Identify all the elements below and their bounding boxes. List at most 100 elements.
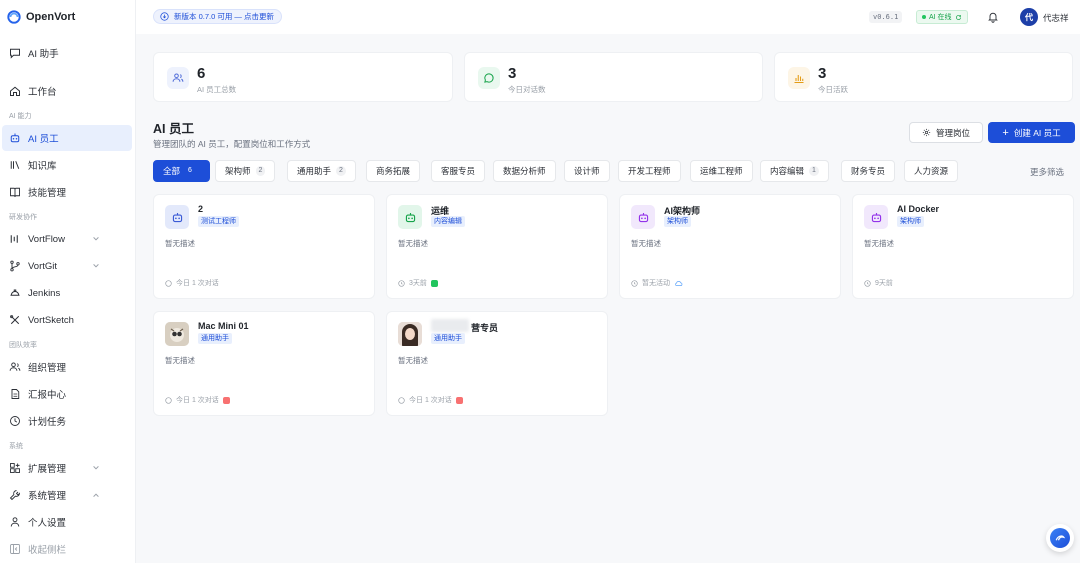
app-name: OpenVort: [26, 11, 76, 23]
filter-tab-data-analyst[interactable]: 数据分析师: [493, 160, 556, 182]
create-ai-employee-button[interactable]: + 创建 AI 员工: [988, 122, 1075, 143]
filter-count: 2: [336, 166, 346, 176]
grid-plus-icon: [10, 463, 20, 473]
filter-tab-finance[interactable]: 财务专员: [841, 160, 896, 182]
sidebar-item-label: 技能管理: [28, 188, 67, 199]
status-dot-icon: [922, 15, 926, 19]
stat-icon-wrap: [167, 67, 189, 89]
employee-card[interactable]: 运维 内容编辑 暂无描述 3天前: [386, 194, 608, 299]
filter-label: 人力资源: [914, 166, 949, 176]
filter-tab-all[interactable]: 全部 6: [153, 160, 210, 182]
update-text: 新版本 0.7.0 可用 — 点击更新: [174, 12, 275, 21]
report-icon: [11, 389, 20, 399]
filter-tab-designer[interactable]: 设计师: [564, 160, 610, 182]
employee-card[interactable]: 2 测试工程师 暂无描述 今日 1 次对话: [153, 194, 375, 299]
cloud-icon: [675, 280, 683, 286]
update-banner[interactable]: 新版本 0.7.0 可用 — 点击更新: [153, 9, 283, 24]
sidebar-item-ai-employee[interactable]: AI 员工: [2, 125, 132, 151]
filter-tab-developer[interactable]: 开发工程师: [618, 160, 681, 182]
avatar: [398, 205, 422, 229]
clock-icon: [398, 279, 405, 287]
sidebar-item-label: 知识库: [28, 161, 57, 172]
employee-description: 暂无描述: [398, 239, 428, 248]
ai-status-badge[interactable]: AI 在线: [916, 10, 968, 24]
filter-tab-architect[interactable]: 架构师 2: [215, 160, 276, 182]
employee-role-tag: 内容编辑: [431, 216, 465, 227]
robot-icon: [871, 212, 881, 222]
user-avatar[interactable]: 代: [1020, 8, 1038, 26]
flow-icon: [10, 235, 18, 243]
sidebar-item-schedule[interactable]: 计划任务: [2, 408, 132, 434]
filter-label: 架构师: [225, 166, 251, 176]
filter-tab-bizdev[interactable]: 商务拓展: [366, 160, 421, 182]
sidebar-item-skills[interactable]: 技能管理: [2, 179, 132, 205]
person-avatar-icon: [398, 322, 422, 346]
employee-activity: 暂无活动: [631, 278, 683, 288]
filter-tab-general-assistant[interactable]: 通用助手 2: [287, 160, 356, 182]
book-icon: [10, 187, 20, 198]
filter-label: 设计师: [574, 166, 600, 176]
employee-card[interactable]: Mac Mini 01 通用助手 暂无描述 今日 1 次对话: [153, 311, 375, 416]
sidebar-item-ai-assistant[interactable]: AI 助手: [2, 40, 132, 66]
employee-role-tag: 架构师: [897, 216, 924, 227]
sidebar-item-knowledge[interactable]: 知识库: [2, 152, 132, 178]
download-circle-icon: [160, 12, 169, 21]
employee-activity: 今日 1 次对话: [398, 395, 463, 405]
filter-tab-support[interactable]: 客服专员: [431, 160, 486, 182]
filter-tab-editor[interactable]: 内容编辑 1: [760, 160, 829, 182]
sidebar-item-vortflow[interactable]: VortFlow: [2, 226, 132, 252]
stat-card-total: 6 AI 员工总数: [153, 52, 453, 102]
employee-card[interactable]: AI Docker 架构师 暂无描述 9天前: [852, 194, 1074, 299]
employee-description: 暂无描述: [631, 239, 661, 248]
avatar: [864, 205, 888, 229]
employee-name: Mac Mini 01: [198, 321, 249, 331]
sidebar-item-org[interactable]: 组织管理: [2, 354, 132, 380]
page-subtitle: 管理团队的 AI 员工，配置岗位和工作方式: [153, 139, 311, 149]
stat-icon-wrap: [478, 67, 500, 89]
assistant-logo-icon: [1050, 528, 1070, 548]
sidebar-collapse-button[interactable]: 收起侧栏: [2, 536, 132, 562]
sidebar-item-label: AI 助手: [28, 49, 59, 60]
sidebar-item-label: VortGit: [28, 260, 58, 272]
create-ai-employee-label: 创建 AI 员工: [1013, 127, 1061, 138]
sidebar-item-label: AI 员工: [28, 134, 59, 145]
channel-badge-icon: [455, 396, 463, 404]
sidebar-item-profile[interactable]: 个人设置: [2, 509, 132, 535]
stat-label: 今日对话数: [508, 85, 546, 94]
sidebar-item-vortsketch[interactable]: VortSketch: [2, 307, 132, 333]
bell-icon[interactable]: [987, 11, 999, 23]
sidebar-item-ext[interactable]: 扩展管理: [2, 455, 132, 481]
filter-count: 2: [255, 166, 266, 176]
sidebar-item-label: 汇报中心: [28, 390, 67, 401]
chevron-down-icon: [93, 466, 99, 470]
wrench-icon: [9, 490, 21, 501]
sidebar-item-label: 系统管理: [28, 491, 67, 502]
employee-name: 营专员: [471, 323, 499, 333]
filter-tab-ops[interactable]: 运维工程师: [690, 160, 753, 182]
manage-positions-button[interactable]: 管理岗位: [909, 122, 983, 143]
employee-description: 暂无描述: [864, 239, 894, 248]
chat-icon: [165, 396, 172, 404]
sidebar-item-label: 收起侧栏: [28, 545, 67, 556]
filter-tab-hr[interactable]: 人力资源: [904, 160, 959, 182]
sidebar-item-workbench[interactable]: 工作台: [2, 78, 132, 104]
activity-text: 3天前: [409, 280, 427, 287]
employee-activity: 今日 1 次对话: [165, 395, 230, 405]
sidebar-item-vortgit[interactable]: VortGit: [2, 253, 132, 279]
more-filter-button[interactable]: 更多筛选: [1030, 166, 1064, 178]
sidebar-item-sysmgmt[interactable]: 系统管理: [2, 482, 132, 508]
stat-icon-wrap: [788, 67, 810, 89]
channel-badge-icon: [430, 279, 438, 287]
user-name[interactable]: 代志祥: [1043, 12, 1069, 24]
activity-text: 9天前: [875, 280, 893, 287]
sidebar-item-report[interactable]: 汇报中心: [2, 381, 132, 407]
brand[interactable]: OpenVort: [0, 0, 135, 34]
employee-card[interactable]: AI架构师 架构师 暂无描述 暂无活动: [619, 194, 841, 299]
clock-icon: [864, 279, 871, 287]
swirl-icon: [1055, 535, 1066, 541]
ai-status-text: AI 在线: [929, 14, 952, 21]
employee-card[interactable]: 营专员 通用助手 暂无描述 今日 1 次对话: [386, 311, 608, 416]
floating-assistant-button[interactable]: [1046, 524, 1074, 552]
sidebar-item-jenkins[interactable]: Jenkins: [2, 280, 132, 306]
filter-label: 运维工程师: [700, 166, 743, 176]
